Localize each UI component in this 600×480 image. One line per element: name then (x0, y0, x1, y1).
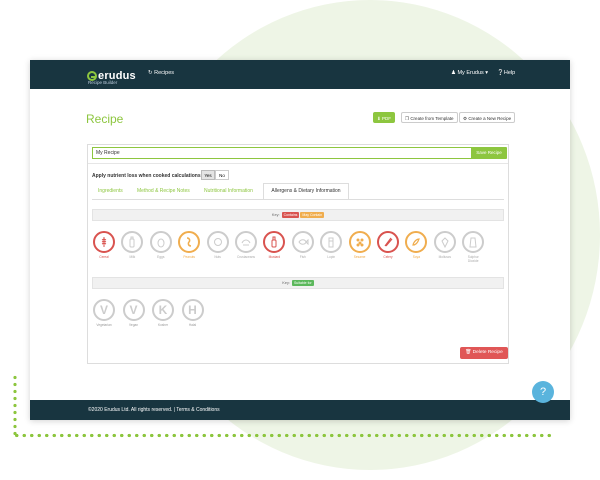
soya-icon (405, 231, 428, 253)
top-navbar: erudus Recipe Builder ↻ Recipes ♟ My Eru… (30, 60, 570, 89)
divider (88, 163, 508, 164)
may-contain-badge: May Contain (300, 212, 325, 218)
allergen-label: Fish (299, 255, 306, 259)
allergen-sulphur-dioxide[interactable]: Sulphur Dioxide (462, 231, 485, 263)
dietary-vegan[interactable]: V Vegan (122, 299, 145, 327)
allergen-lupin[interactable]: Lupin (320, 231, 343, 259)
allergen-sesame[interactable]: Sesame (348, 231, 371, 259)
refresh-icon: ↻ (148, 70, 153, 76)
decorative-dots-vertical (13, 374, 17, 436)
contains-badge: Contains (281, 212, 300, 218)
save-recipe-button[interactable]: Save Recipe (471, 147, 507, 159)
celery-icon (377, 231, 399, 253)
allergen-label: Nuts (214, 255, 221, 259)
pdf-button[interactable]: ⬇ PDF (373, 112, 396, 123)
logo-subtitle: Recipe Builder (88, 80, 118, 85)
tab-method-notes[interactable]: Method & Recipe Notes (137, 188, 190, 194)
allergen-key-bar: Key: Contains May Contain (92, 209, 504, 221)
allergen-label: Celery (383, 255, 393, 259)
vegan-icon: V (122, 299, 145, 321)
copy-icon: ❐ (405, 116, 410, 121)
allergen-label: Sulphur Dioxide (467, 255, 479, 263)
allergen-mustard[interactable]: Mustard (263, 231, 286, 259)
allergen-crustaceans[interactable]: Crustaceans (235, 231, 257, 259)
tab-allergens-dietary[interactable]: Allergens & Dietary Information (263, 183, 349, 199)
create-from-template-button[interactable]: ❐ Create from Template (401, 112, 458, 123)
dietary-label: Vegan (128, 323, 139, 327)
decorative-dots-horizontal (13, 433, 553, 438)
allergen-label: Lupin (327, 255, 336, 259)
dietary-kosher[interactable]: K Kosher (152, 299, 174, 327)
allergen-label: Milk (129, 255, 136, 259)
allergen-label: Eggs (157, 255, 165, 259)
dietary-label: Vegetarian (96, 323, 112, 327)
footer-text: ©2020 Erudus Ltd. All rights reserved. |… (88, 407, 220, 413)
help-link[interactable]: ❔Help (497, 70, 515, 76)
milk-icon (121, 231, 144, 253)
lupin-icon (320, 231, 343, 253)
nutrient-loss-label: Apply nutrient loss when cooked calculat… (92, 173, 204, 179)
allergen-label: Molluscs (438, 255, 451, 259)
allergen-fish[interactable]: Fish (291, 231, 314, 259)
vegetarian-icon: V (93, 299, 115, 321)
nav-recipes-link[interactable]: ↻ Recipes (148, 70, 174, 76)
dietary-label: Halal (188, 323, 197, 327)
allergen-peanuts[interactable]: Peanuts (178, 231, 201, 259)
halal-icon: H (181, 299, 204, 321)
allergen-eggs[interactable]: Eggs (149, 231, 172, 259)
app-window: erudus Recipe Builder ↻ Recipes ♟ My Eru… (30, 60, 570, 420)
create-new-recipe-button[interactable]: ⚙ Create a New Recipe (459, 112, 516, 123)
footer: ©2020 Erudus Ltd. All rights reserved. |… (30, 400, 570, 420)
suitable-for-badge: Suitable for (291, 280, 314, 286)
peanut-icon (178, 231, 201, 253)
dietary-vegetarian[interactable]: V Vegetarian (93, 299, 115, 327)
allergen-label: Peanuts (183, 255, 196, 259)
recipe-name-input[interactable]: My Recipe (92, 147, 472, 159)
dietary-label: Kosher (157, 323, 169, 327)
sesame-icon (348, 231, 371, 253)
mollusc-icon (433, 231, 456, 253)
nut-icon (206, 231, 229, 253)
fish-icon (291, 231, 314, 253)
sulphur-icon (462, 231, 485, 253)
download-icon: ⬇ (377, 116, 381, 121)
allergen-celery[interactable]: Celery (377, 231, 399, 259)
kosher-icon: K (152, 299, 174, 321)
page-title: Recipe (86, 112, 124, 126)
trash-icon: 🗑 (465, 350, 472, 355)
allergen-milk[interactable]: Milk (121, 231, 144, 259)
allergen-nuts[interactable]: Nuts (206, 231, 229, 259)
nutrient-loss-yes-toggle[interactable]: Yes (201, 170, 215, 180)
dietary-key-bar: Key: Suitable for (92, 277, 504, 289)
caret-down-icon: ▾ (485, 70, 489, 76)
allergen-label: Crustaceans (237, 255, 255, 259)
tab-ingredients[interactable]: Ingredients (98, 188, 123, 194)
user-menu[interactable]: ♟ My Erudus ▾ (451, 70, 488, 76)
wheat-icon (93, 231, 115, 253)
crustacean-icon (235, 231, 257, 253)
dietary-halal[interactable]: H Halal (181, 299, 204, 327)
allergen-label: Mustard (268, 255, 281, 259)
question-icon: ❔ (497, 70, 504, 76)
allergen-label: Sesame (353, 255, 366, 259)
tab-underline (92, 199, 504, 200)
mustard-icon (263, 231, 286, 253)
nutrient-loss-no-toggle[interactable]: No (215, 170, 229, 180)
delete-recipe-button[interactable]: 🗑 Delete Recipe (460, 347, 508, 359)
allergen-soya[interactable]: Soya (405, 231, 428, 259)
allergen-label: Soya (412, 255, 421, 259)
allergen-molluscs[interactable]: Molluscs (433, 231, 456, 259)
egg-icon (149, 231, 172, 253)
tab-nutritional-information[interactable]: Nutritional Information (204, 188, 253, 194)
allergen-label: Cereal (99, 255, 109, 259)
gear-icon: ⚙ (463, 116, 468, 121)
help-chat-button[interactable]: ? (532, 381, 554, 403)
user-icon: ♟ (451, 70, 456, 76)
allergen-cereal[interactable]: Cereal (93, 231, 115, 259)
